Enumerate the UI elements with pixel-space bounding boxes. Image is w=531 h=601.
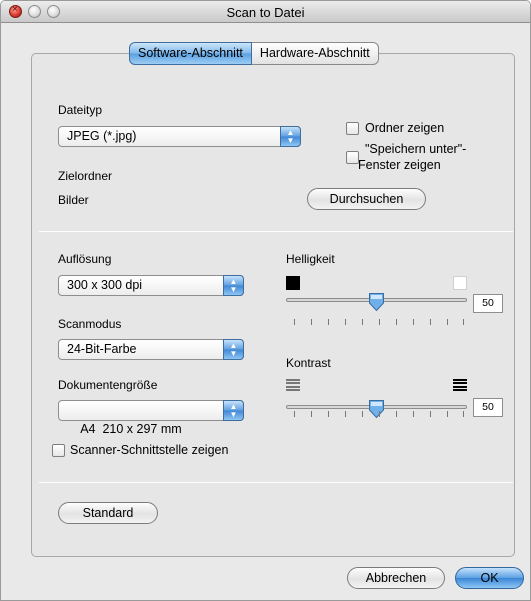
scanner-interface-checkbox[interactable]	[52, 444, 65, 457]
divider	[39, 482, 513, 483]
popup-arrows-icon: ▲ ▼	[223, 275, 244, 296]
contrast-value[interactable]: 50	[473, 398, 503, 417]
contrast-high-icon	[453, 379, 467, 391]
cancel-button[interactable]: Abbrechen	[347, 567, 445, 589]
file-type-value: JPEG (*.jpg)	[67, 129, 137, 143]
scan-mode-value: 24-Bit-Farbe	[67, 342, 137, 356]
document-size-label: Dokumentengröße	[58, 378, 158, 392]
target-folder-label: Zielordner	[58, 169, 113, 183]
popup-arrows-icon: ▲ ▼	[223, 400, 244, 421]
contrast-low-icon	[286, 379, 300, 391]
document-size-popup[interactable]: A4 210 x 297 mm ▲ ▼	[58, 400, 244, 436]
divider	[39, 231, 513, 232]
brightness-high-icon	[453, 276, 467, 290]
show-save-as-label-line2: Fenster zeigen	[358, 158, 441, 172]
title-bar[interactable]: × Scan to Datei	[1, 1, 530, 23]
browse-button[interactable]: Durchsuchen	[307, 188, 426, 210]
target-folder-value: Bilder	[58, 193, 89, 207]
tab-bar: Software-Abschnitt Hardware-Abschnitt	[129, 42, 379, 65]
brightness-label: Helligkeit	[286, 252, 335, 266]
tab-software[interactable]: Software-Abschnitt	[129, 42, 252, 65]
scan-to-file-dialog: × Scan to Datei Software-Abschnitt Hardw…	[0, 0, 531, 601]
brightness-slider-thumb[interactable]	[368, 292, 385, 312]
show-folder-checkbox[interactable]	[346, 122, 359, 135]
file-type-label: Dateityp	[58, 103, 103, 117]
document-size-value: A4 210 x 297 mm	[80, 422, 182, 436]
contrast-ticks	[294, 411, 464, 417]
resolution-popup[interactable]: 300 x 300 dpi ▲ ▼	[58, 275, 244, 296]
scan-mode-popup[interactable]: 24-Bit-Farbe ▲ ▼	[58, 339, 244, 360]
standard-button[interactable]: Standard	[58, 502, 158, 524]
brightness-low-icon	[286, 276, 300, 290]
resolution-label: Auflösung	[58, 252, 112, 266]
contrast-label: Kontrast	[286, 356, 331, 370]
brightness-value[interactable]: 50	[473, 294, 503, 313]
scanner-interface-label: Scanner-Schnittstelle zeigen	[70, 443, 229, 457]
brightness-ticks	[294, 319, 464, 325]
ok-button[interactable]: OK	[455, 567, 524, 589]
show-folder-label: Ordner zeigen	[365, 121, 445, 135]
file-type-popup[interactable]: JPEG (*.jpg) ▲ ▼	[58, 126, 301, 147]
popup-arrows-icon: ▲ ▼	[280, 126, 301, 147]
window-title: Scan to Datei	[226, 5, 305, 20]
show-save-as-label-line1: "Speichern unter"-	[365, 142, 467, 156]
resolution-value: 300 x 300 dpi	[67, 278, 143, 292]
tab-hardware[interactable]: Hardware-Abschnitt	[251, 42, 379, 65]
popup-arrows-icon: ▲ ▼	[223, 339, 244, 360]
scan-mode-label: Scanmodus	[58, 317, 122, 331]
